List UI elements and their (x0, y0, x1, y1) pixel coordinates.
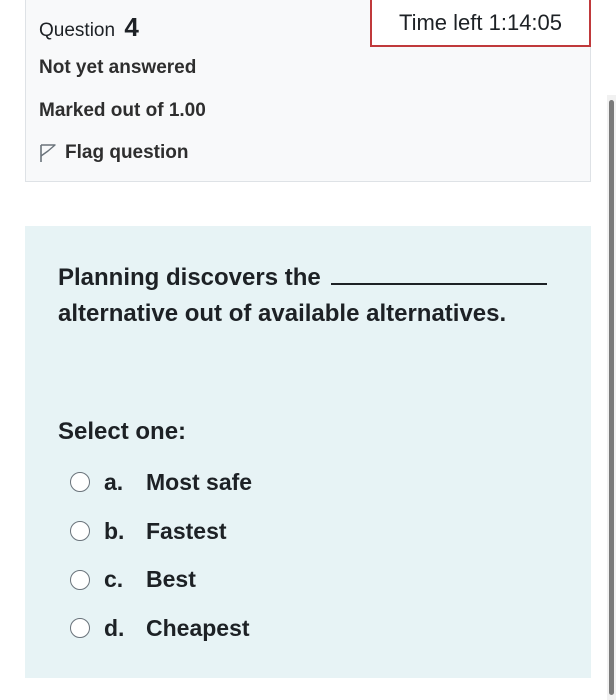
question-label: Question (39, 20, 116, 41)
answer-option-d[interactable]: d. Cheapest (70, 604, 252, 653)
radio-button[interactable] (70, 569, 90, 590)
answer-list: a. Most safe b. Fastest c. Best d. Cheap… (70, 458, 252, 653)
flag-question-label: Flag question (65, 142, 189, 163)
answer-text[interactable]: Best (146, 566, 196, 593)
question-grade: Marked out of 1.00 (39, 100, 206, 121)
question-content: Planning discovers the alternative out o… (25, 226, 591, 678)
flag-question-button[interactable]: Flag question (39, 142, 189, 164)
answer-letter: c. (104, 566, 124, 593)
scrollbar-thumb[interactable] (609, 100, 614, 695)
radio-button[interactable] (70, 472, 90, 493)
answer-letter: d. (104, 614, 125, 641)
answer-letter: a. (104, 468, 124, 495)
question-state: Not yet answered (39, 57, 197, 78)
answer-text[interactable]: Most safe (146, 469, 252, 496)
answer-option-a[interactable]: a. Most safe (70, 458, 252, 507)
answer-option-b[interactable]: b. Fastest (70, 507, 252, 556)
radio-button[interactable] (70, 618, 90, 639)
question-text-before: Planning discovers the (58, 264, 321, 291)
question-text-after: alternative out of available alternative… (58, 300, 507, 327)
quiz-timer: Time left 1:14:05 (370, 0, 591, 47)
answer-letter: b. (104, 517, 125, 544)
question-number: 4 (124, 12, 139, 42)
answer-blank (331, 261, 548, 285)
question-title: Question 4 (39, 12, 139, 43)
answer-text[interactable]: Fastest (146, 518, 227, 545)
answer-option-c[interactable]: c. Best (70, 555, 252, 604)
flag-icon (39, 143, 57, 163)
question-text: Planning discovers the alternative out o… (58, 260, 558, 332)
radio-button[interactable] (70, 521, 90, 542)
answer-text[interactable]: Cheapest (146, 615, 250, 642)
page-scrollbar[interactable] (607, 95, 616, 700)
answer-prompt: Select one: (58, 418, 187, 445)
